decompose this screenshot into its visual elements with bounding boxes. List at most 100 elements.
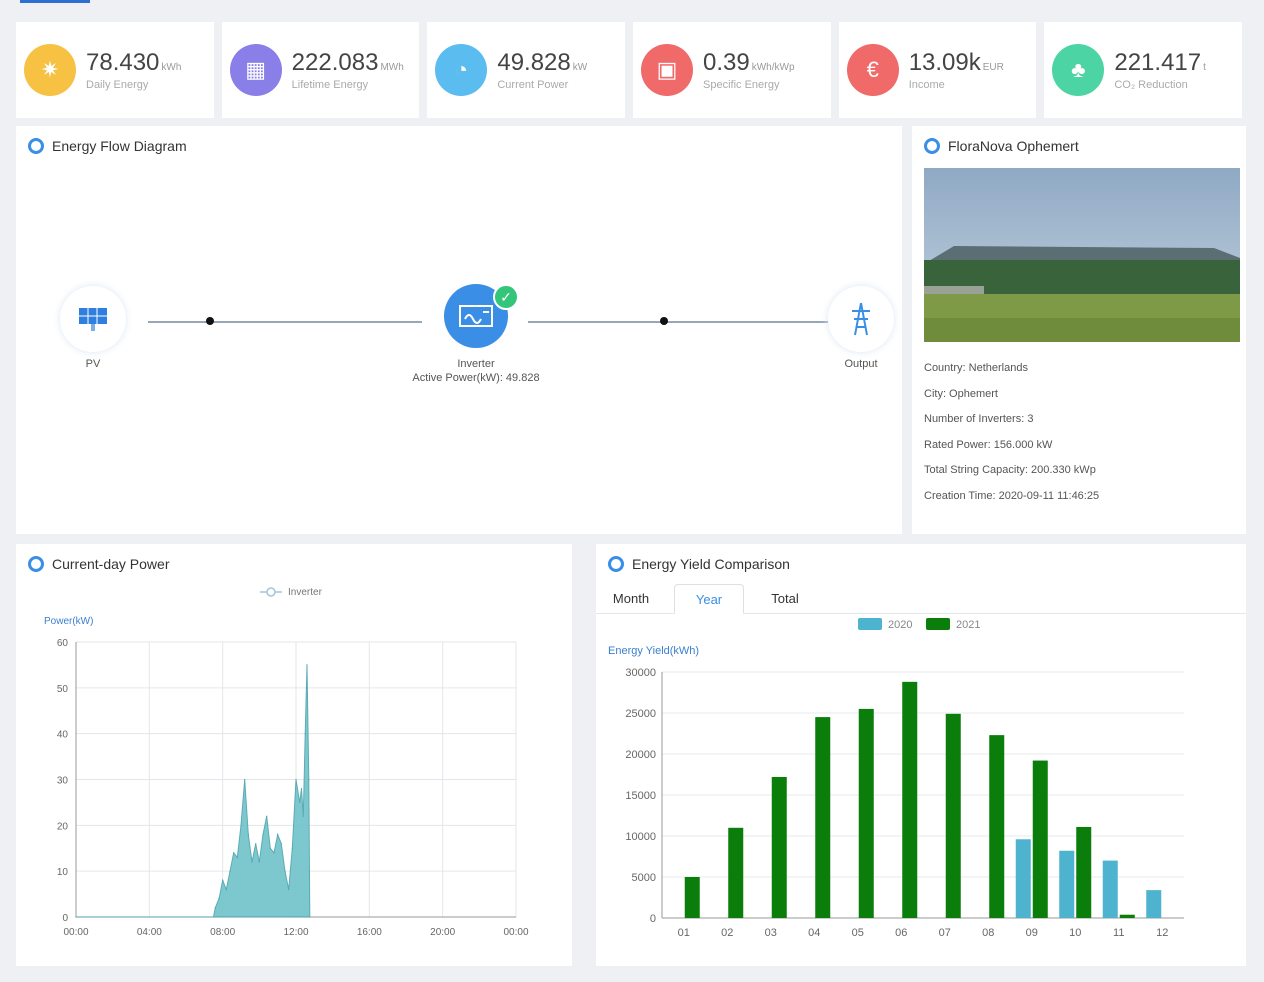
kpi-specific-energy: ▣ 0.39 kWh/kWp Specific Energy xyxy=(633,22,831,118)
power-data-point xyxy=(288,888,290,891)
y-axis-label: Power(kW) xyxy=(44,616,93,627)
bar-2021-10 xyxy=(1076,826,1092,918)
bar-2021-11 xyxy=(1119,914,1135,918)
power-data-point xyxy=(233,852,235,854)
power-data-point xyxy=(258,861,260,863)
flow-node-label: PV xyxy=(85,358,101,370)
y-tick-label: 15000 xyxy=(625,790,656,802)
flow-dot xyxy=(206,317,214,325)
x-tick-label: 04:00 xyxy=(137,927,162,938)
kpi-unit: EUR xyxy=(982,62,1004,73)
power-data-point xyxy=(280,843,282,845)
kpi-label: Daily Energy xyxy=(86,79,149,91)
bar-2021-06 xyxy=(902,681,918,918)
power-data-point xyxy=(308,778,310,781)
power-data-point xyxy=(284,870,286,872)
bar-2020-11 xyxy=(1102,860,1118,918)
x-tick-label: 00:00 xyxy=(63,927,88,938)
bar-2020-09 xyxy=(1015,839,1031,918)
power-data-point xyxy=(251,861,253,863)
x-tick-label: 08:00 xyxy=(210,927,235,938)
flow-node-inverter[interactable]: ✓ Inverter Active Power(kW): 49.828 xyxy=(406,278,546,384)
plant-country: Country: Netherlands xyxy=(924,362,1028,374)
y-tick-label: 20 xyxy=(57,821,69,832)
plant-city: City: Ophemert xyxy=(924,387,998,400)
kpi-unit: MWh xyxy=(380,62,404,73)
flow-node-pv[interactable]: PV xyxy=(56,286,130,370)
bar-2021-04 xyxy=(815,717,831,918)
bar-2021-02 xyxy=(728,827,744,918)
legend-label: 2021 xyxy=(956,619,980,631)
power-data-point xyxy=(266,815,268,817)
power-data-point xyxy=(222,879,224,881)
flow-node-label: Output xyxy=(844,358,878,370)
inverter-active-power: Active Power(kW): 49.828 xyxy=(412,372,540,384)
bar-2020-10 xyxy=(1059,850,1075,918)
x-tick-label: 08 xyxy=(982,927,994,939)
flow-node-output[interactable]: Output xyxy=(824,286,898,370)
kpi-value: 13.09k xyxy=(908,49,981,76)
yield-chart[interactable]: 2020 2021 Energy Yield(kWh) 0 5000 10000 15… xyxy=(596,544,1246,966)
bar-2020-12 xyxy=(1146,890,1162,918)
kpi-daily-energy: ✷ 78.430 kWh Daily Energy xyxy=(16,22,214,118)
flow-line-pv-inverter xyxy=(148,321,422,323)
y-tick-label: 40 xyxy=(57,730,69,741)
power-chart[interactable]: Inverter Power(kW) 0 10 20 30 40 50 60 00:00 04:… xyxy=(16,544,572,966)
plant-inverters: Number of Inverters: 3 xyxy=(924,413,1034,426)
power-data-point xyxy=(269,847,271,849)
kpi-value: 78.430 xyxy=(86,49,160,76)
panel-title: Energy Flow Diagram xyxy=(28,138,187,154)
kpi-label: Lifetime Energy xyxy=(291,79,369,91)
plant-info-panel: FloraNova Ophemert Country: Netherlands … xyxy=(912,126,1246,534)
power-data-point xyxy=(225,888,227,891)
bar-2021-08 xyxy=(989,735,1005,918)
sun-icon: ✷ xyxy=(24,44,76,96)
x-tick-label: 10 xyxy=(1069,927,1081,939)
y-tick-label: 20000 xyxy=(625,749,656,761)
current-day-power-panel: Current-day Power Inverter Power(kW) 0 10… xyxy=(16,544,572,966)
y-axis-label: Energy Yield(kWh) xyxy=(608,645,699,657)
y-tick-label: 10000 xyxy=(625,831,656,843)
y-tick-label: 30000 xyxy=(625,667,656,679)
x-tick-label: 02 xyxy=(721,927,733,939)
kpi-unit: kWh/kWp xyxy=(751,62,795,73)
kpi-label: Specific Energy xyxy=(703,79,780,91)
power-data-point xyxy=(295,778,297,781)
bar-2021-09 xyxy=(1032,760,1048,918)
kpi-unit: kW xyxy=(572,62,588,73)
power-tower-icon xyxy=(828,286,894,352)
plant-creation-time: Creation Time: 2020-09-11 11:46:25 xyxy=(924,489,1100,502)
kpi-value: 221.417 xyxy=(1114,49,1202,76)
x-tick-label: 09 xyxy=(1026,927,1038,939)
power-data-point xyxy=(306,664,308,666)
power-data-point xyxy=(309,916,311,918)
x-tick-label: 00:00 xyxy=(503,927,528,938)
section-icon xyxy=(924,138,940,154)
section-icon xyxy=(28,138,44,154)
legend-swatch-2020 xyxy=(858,618,882,630)
power-data-point xyxy=(277,833,279,836)
power-data-point xyxy=(212,916,215,918)
power-data-point xyxy=(244,778,246,781)
legend-swatch-2021 xyxy=(926,618,950,630)
x-tick-label: 07 xyxy=(939,927,951,939)
power-data-point xyxy=(304,733,306,735)
power-data-point xyxy=(75,916,77,918)
kpi-unit: kWh xyxy=(161,62,182,73)
x-tick-label: 12 xyxy=(1156,927,1168,939)
kpi-current-power: ◔ 49.828 kW Current Power xyxy=(427,22,626,118)
chart-legend[interactable]: Inverter xyxy=(260,587,323,598)
battery-icon: ▦ xyxy=(229,44,282,96)
power-data-point xyxy=(291,847,293,849)
power-data-point xyxy=(218,898,220,900)
flow-node-label: Inverter xyxy=(457,358,495,370)
chart-legend[interactable]: 2020 2021 xyxy=(858,618,980,631)
kpi-value: 222.083 xyxy=(291,49,379,76)
x-tick-label: 05 xyxy=(852,927,864,939)
power-data-point xyxy=(255,843,257,845)
panel-title: FloraNova Ophemert xyxy=(924,138,1079,154)
power-data-point xyxy=(247,833,249,836)
active-page-tab-indicator[interactable] xyxy=(20,0,90,3)
plant-photo xyxy=(924,168,1240,342)
legend-label: Inverter xyxy=(288,587,323,598)
